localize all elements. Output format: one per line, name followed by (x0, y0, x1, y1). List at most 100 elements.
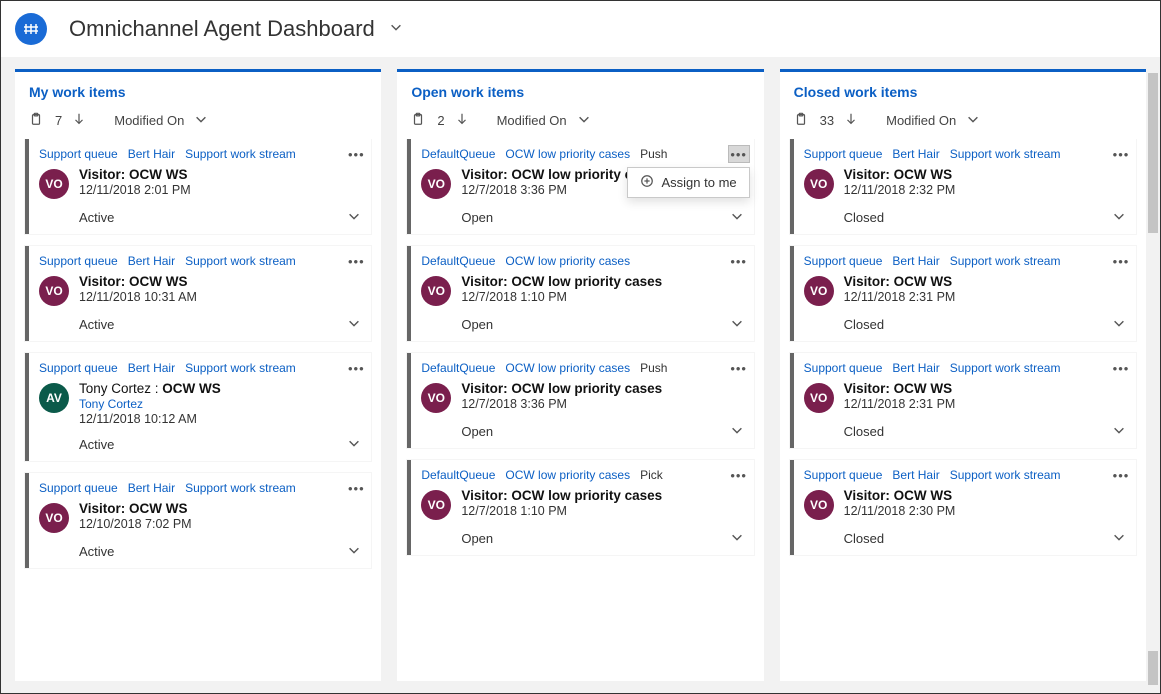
assign-popover[interactable]: Assign to me (627, 167, 750, 198)
expand-chevron-icon[interactable] (730, 316, 744, 333)
card-tag[interactable]: OCW low priority cases (505, 361, 630, 375)
card-footer: Closed (804, 423, 1126, 440)
card-more-button[interactable]: ••• (1110, 252, 1132, 270)
card-tag[interactable]: Bert Hair (128, 361, 175, 375)
work-item-card[interactable]: DefaultQueueOCW low priority casesPick •… (407, 460, 753, 555)
card-subtitle[interactable]: Tony Cortez (79, 397, 361, 411)
card-list: Support queue Bert Hair Support work strea… (780, 139, 1146, 565)
card-title: Visitor: OCW low priority cases (461, 488, 743, 503)
card-more-button[interactable]: ••• (1110, 466, 1132, 484)
expand-chevron-icon[interactable] (1112, 530, 1126, 547)
card-tag[interactable]: DefaultQueue (421, 361, 495, 375)
card-more-button[interactable]: ••• (728, 466, 750, 484)
card-tag[interactable]: Bert Hair (892, 361, 939, 375)
sort-field-label[interactable]: Modified On (886, 113, 956, 128)
sort-direction-icon[interactable] (72, 112, 86, 129)
sort-field-label[interactable]: Modified On (114, 113, 184, 128)
card-body: AV Tony Cortez : OCW WS Tony Cortez 12/1… (39, 381, 361, 426)
card-tag[interactable]: Support queue (39, 147, 118, 161)
card-tag[interactable]: Support queue (39, 254, 118, 268)
expand-chevron-icon[interactable] (347, 209, 361, 226)
expand-chevron-icon[interactable] (730, 530, 744, 547)
card-timestamp: 12/11/2018 10:31 AM (79, 290, 361, 304)
card-tag[interactable]: Support queue (804, 147, 883, 161)
card-list: Support queue Bert Hair Support work strea… (15, 139, 381, 578)
card-title: Visitor: OCW WS (844, 274, 1126, 289)
expand-chevron-icon[interactable] (730, 423, 744, 440)
card-more-button[interactable]: ••• (345, 479, 367, 497)
card-body: VO Visitor: OCW low priority cases 12/7/… (421, 381, 743, 413)
expand-chevron-icon[interactable] (1112, 209, 1126, 226)
card-tag[interactable]: Support work stream (950, 147, 1061, 161)
card-footer: Closed (804, 316, 1126, 333)
card-tag[interactable]: OCW low priority cases (505, 147, 630, 161)
card-tag[interactable]: Bert Hair (892, 254, 939, 268)
work-item-card[interactable]: Support queue Bert Hair Support work strea… (25, 139, 371, 234)
card-tag[interactable]: DefaultQueue (421, 147, 495, 161)
column: My work items 7 Modified On Support queu… (15, 69, 381, 681)
card-tags: DefaultQueueOCW low priority casesPush (421, 147, 743, 161)
card-tag[interactable]: Support queue (39, 361, 118, 375)
sort-field-label[interactable]: Modified On (497, 113, 567, 128)
work-item-card[interactable]: Support queue Bert Hair Support work strea… (25, 473, 371, 568)
work-item-card[interactable]: Support queue Bert Hair Support work strea… (790, 460, 1136, 555)
card-more-button[interactable]: ••• (1110, 145, 1132, 163)
clipboard-icon[interactable] (794, 112, 808, 129)
expand-chevron-icon[interactable] (347, 316, 361, 333)
card-tag[interactable]: Bert Hair (128, 481, 175, 495)
work-item-card[interactable]: DefaultQueueOCW low priority casesPush •… (407, 353, 753, 448)
card-tag[interactable]: Support queue (804, 361, 883, 375)
card-more-button[interactable]: ••• (345, 252, 367, 270)
work-item-card[interactable]: Support queue Bert Hair Support work strea… (790, 246, 1136, 341)
work-item-card[interactable]: Support queue Bert Hair Support work strea… (790, 139, 1136, 234)
card-tag[interactable]: Bert Hair (892, 468, 939, 482)
card-more-button[interactable]: ••• (728, 359, 750, 377)
title-dropdown[interactable] (389, 20, 403, 39)
card-more-button[interactable]: ••• (345, 359, 367, 377)
card-tag[interactable]: Bert Hair (128, 147, 175, 161)
clipboard-icon[interactable] (411, 112, 425, 129)
card-tag[interactable]: DefaultQueue (421, 254, 495, 268)
card-tag[interactable]: Support work stream (185, 361, 296, 375)
clipboard-icon[interactable] (29, 112, 43, 129)
sort-direction-icon[interactable] (455, 112, 469, 129)
card-tag[interactable]: Bert Hair (128, 254, 175, 268)
sort-direction-icon[interactable] (844, 112, 858, 129)
card-timestamp: 12/7/2018 3:36 PM (461, 397, 743, 411)
expand-chevron-icon[interactable] (730, 209, 744, 226)
expand-chevron-icon[interactable] (347, 543, 361, 560)
card-tag[interactable]: Support queue (39, 481, 118, 495)
expand-chevron-icon[interactable] (1112, 423, 1126, 440)
card-more-button[interactable]: ••• (728, 252, 750, 270)
expand-chevron-icon[interactable] (347, 436, 361, 453)
card-more-button[interactable]: ••• (728, 145, 750, 163)
card-tag[interactable]: OCW low priority cases (505, 254, 630, 268)
sort-field-chevron-icon[interactable] (577, 112, 591, 129)
card-tag[interactable]: Support work stream (950, 361, 1061, 375)
card-main: Visitor: OCW WS 12/11/2018 2:31 PM (844, 274, 1126, 304)
card-tag[interactable]: Support queue (804, 468, 883, 482)
work-item-card[interactable]: Support queue Bert Hair Support work strea… (790, 353, 1136, 448)
card-more-button[interactable]: ••• (1110, 359, 1132, 377)
card-tag[interactable]: Support work stream (185, 254, 296, 268)
work-item-card[interactable]: Support queue Bert Hair Support work strea… (25, 353, 371, 461)
expand-chevron-icon[interactable] (1112, 316, 1126, 333)
card-tag[interactable]: Bert Hair (892, 147, 939, 161)
work-item-card[interactable]: DefaultQueueOCW low priority cases ••• V… (407, 246, 753, 341)
card-more-button[interactable]: ••• (345, 145, 367, 163)
card-tag[interactable]: Support work stream (950, 468, 1061, 482)
card-tag[interactable]: OCW low priority cases (505, 468, 630, 482)
card-tag[interactable]: Support work stream (185, 481, 296, 495)
card-tag[interactable]: Support queue (804, 254, 883, 268)
card-main: Visitor: OCW low priority cases 12/7/201… (461, 488, 743, 518)
sort-field-chevron-icon[interactable] (194, 112, 208, 129)
sort-field-chevron-icon[interactable] (966, 112, 980, 129)
card-title: Visitor: OCW WS (79, 167, 361, 182)
work-item-card[interactable]: DefaultQueueOCW low priority casesPush •… (407, 139, 753, 234)
avatar: VO (804, 490, 834, 520)
vertical-scrollbar[interactable] (1148, 73, 1158, 685)
card-tag[interactable]: Support work stream (185, 147, 296, 161)
work-item-card[interactable]: Support queue Bert Hair Support work strea… (25, 246, 371, 341)
card-tag[interactable]: Support work stream (950, 254, 1061, 268)
card-tag[interactable]: DefaultQueue (421, 468, 495, 482)
